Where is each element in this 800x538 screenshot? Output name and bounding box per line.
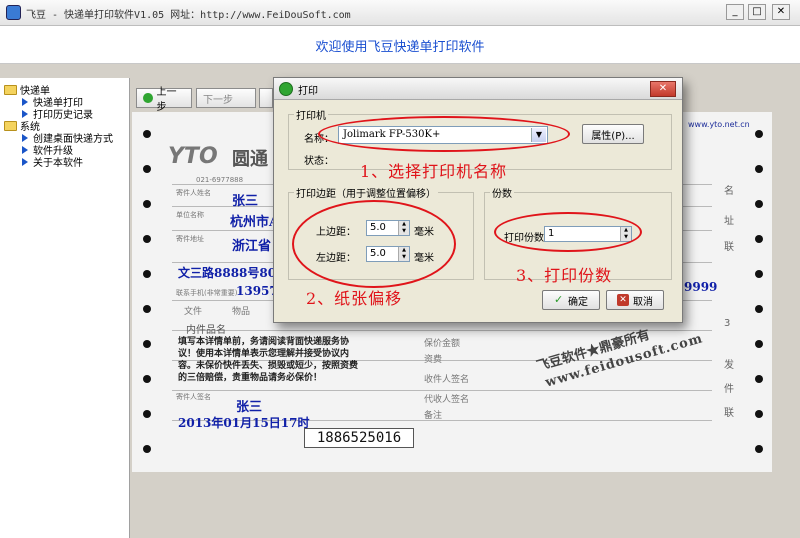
sidebar-item-label: 关于本软件: [33, 158, 83, 169]
agent-sign-label: 代收人签名: [424, 395, 470, 405]
printer-group-label: 打印机: [294, 107, 328, 122]
properties-label: 属性(P)...: [591, 130, 635, 142]
copy-label: 联: [724, 242, 734, 253]
copies-group-label: 份数: [490, 185, 514, 200]
content-label: 内件品名: [186, 325, 226, 336]
dialog-title: 打印: [298, 86, 318, 97]
receiver-sign-label: 收件人签名: [424, 375, 470, 385]
sidebar-item-about[interactable]: 关于本软件: [20, 154, 83, 169]
doc-label: 文件: [184, 307, 203, 317]
feed-holes-left: [140, 130, 154, 470]
logo-cn: 圆通: [232, 149, 268, 170]
sidebar: 快递单 快递单打印 打印历史记录 系统 创建桌面快递方式 软件升级 关于本软件: [0, 78, 130, 538]
receiver-phone-box: 1886525016: [304, 428, 414, 448]
dialog-title-bar: 打印 ✕: [274, 78, 682, 100]
cancel-button[interactable]: ✕ 取消: [606, 290, 664, 310]
site-text: www.yto.net.cn: [688, 120, 750, 129]
maximize-button[interactable]: □: [748, 4, 766, 20]
prev-label: 上一步: [156, 87, 177, 113]
logo-text: YTO: [168, 144, 218, 169]
close-button[interactable]: ✕: [772, 4, 790, 20]
yto-logo: YTO 圆通: [168, 140, 288, 176]
copy-labels: 名 址 联 3 发 件 联: [714, 142, 750, 442]
address-label: 寄件地址: [176, 235, 204, 243]
mobile: 13957: [236, 284, 278, 298]
annotation-oval-copies: [494, 212, 642, 252]
arrow-icon: [22, 145, 28, 154]
arrow-icon: [22, 133, 28, 142]
feed-holes-right: [752, 130, 766, 470]
window-title: 飞豆 - 快递单打印软件V1.05 网址：http://www.FeiDouSo…: [26, 10, 351, 21]
welcome-text: 欢迎使用飞豆快递单打印软件: [315, 40, 485, 55]
fee-label: 资费: [424, 355, 443, 365]
copy-label: 名: [724, 186, 734, 197]
copy-label: 联: [724, 408, 734, 419]
folder-icon: [4, 84, 17, 95]
sidebar-item-label: 打印历史记录: [33, 110, 93, 121]
sender-sign-label: 寄件人签名: [176, 393, 211, 401]
folder-icon: [4, 120, 17, 131]
company-label: 单位名称: [176, 211, 204, 219]
bottom-area: [132, 474, 800, 538]
properties-button[interactable]: 属性(P)...: [582, 124, 644, 144]
dest-phone: 9999: [684, 280, 718, 294]
goods-label: 物品: [232, 307, 251, 317]
status-label: 状态：: [304, 156, 334, 167]
annotation-oval-printer: [318, 116, 570, 152]
annotation-paper-offset: 2、纸张偏移: [306, 289, 403, 308]
insurance-label: 保价金额: [424, 339, 461, 349]
mobile-label: 联系手机(非常重要): [176, 289, 238, 297]
printer-icon: [279, 82, 293, 96]
toolbar-more-button[interactable]: [259, 88, 273, 108]
cancel-label: 取消: [633, 296, 653, 308]
arrow-icon: [22, 109, 28, 118]
copy-label: 3: [724, 318, 731, 329]
title-bar: 飞豆 - 快递单打印软件V1.05 网址：http://www.FeiDouSo…: [0, 0, 800, 26]
copy-label: 址: [724, 216, 734, 227]
hotline-text: 021-6977888: [196, 176, 244, 184]
annotation-printer-name: 1、选择打印机名称: [360, 162, 508, 181]
sender-name-label: 寄件人姓名: [176, 189, 211, 197]
arrow-icon: [22, 157, 28, 166]
agreement-text: 填写本详情单前，务请阅读背面快递服务协议！使用本详情单表示您理解并接受协议内容。…: [178, 337, 359, 383]
check-icon: ✓: [554, 293, 564, 306]
app-icon: [6, 5, 21, 20]
send-date: 2013年01月15日17时: [178, 416, 310, 430]
company: 杭州市A: [230, 215, 280, 230]
minimize-button[interactable]: _: [726, 4, 744, 20]
sender-name: 张三: [232, 194, 259, 209]
prev-button[interactable]: 上一步: [136, 87, 192, 113]
arrow-icon: [22, 97, 28, 106]
dialog-close-button[interactable]: ✕: [650, 81, 676, 97]
back-icon: [143, 93, 153, 103]
margin-group-label: 打印边距（用于调整位置偏移）: [294, 185, 438, 200]
welcome-banner: 欢迎使用飞豆快递单打印软件: [0, 26, 800, 64]
ok-label: 确定: [568, 296, 588, 308]
annotation-oval-margin: [292, 200, 456, 288]
province: 浙江省: [232, 239, 272, 254]
copy-label: 件: [724, 384, 734, 395]
remark-label: 备注: [424, 411, 443, 421]
next-label: 下一步: [203, 94, 233, 106]
next-button[interactable]: 下一步: [196, 88, 256, 108]
sender-sign: 张三: [236, 400, 263, 415]
cancel-icon: ✕: [617, 294, 629, 306]
copy-label: 发: [724, 360, 734, 371]
street: 文三路8888号801: [178, 266, 285, 280]
ok-button[interactable]: ✓ 确定: [542, 290, 600, 310]
annotation-copies: 3、打印份数: [516, 266, 613, 285]
